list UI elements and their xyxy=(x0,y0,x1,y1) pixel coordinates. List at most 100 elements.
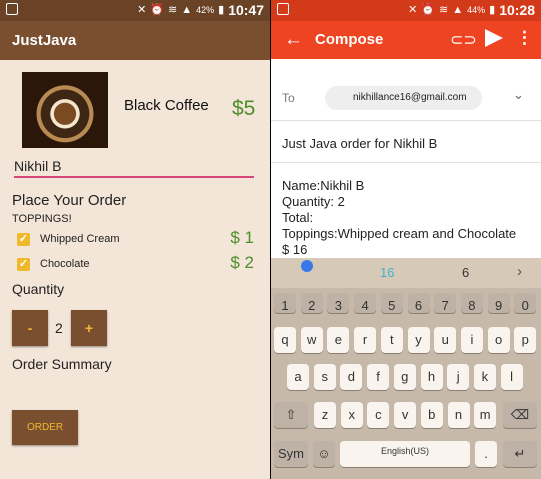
alarm-icon: ⏰ xyxy=(421,4,435,16)
key-i[interactable]: i xyxy=(460,327,483,353)
key-b[interactable]: b xyxy=(420,402,443,428)
key-q[interactable]: q xyxy=(274,327,296,353)
topping-price: $ 2 xyxy=(230,253,254,272)
product-price: $5 xyxy=(232,97,256,120)
key-e[interactable]: e xyxy=(327,327,350,353)
body-line[interactable]: Toppings:Whipped cream and Chocolate xyxy=(282,226,516,241)
body-line[interactable]: Quantity: 2 xyxy=(282,194,345,209)
battery-percent: 42% xyxy=(196,5,215,15)
back-arrow-icon[interactable]: ← xyxy=(284,29,303,51)
chevron-right-icon[interactable]: › xyxy=(517,263,522,280)
body-line[interactable]: $ 16 xyxy=(282,242,307,257)
key-7[interactable]: 7 xyxy=(434,293,457,313)
key-f[interactable]: f xyxy=(367,364,390,390)
to-label: To xyxy=(282,91,295,105)
compose-app-bar: ← Compose ⊂⊃ ⋮ xyxy=(271,21,541,59)
mute-icon: ✕ xyxy=(137,4,147,16)
key-6[interactable]: 6 xyxy=(407,293,430,313)
key-a[interactable]: a xyxy=(287,364,309,390)
key-t[interactable]: t xyxy=(380,327,403,353)
key-j[interactable]: j xyxy=(447,364,470,390)
divider xyxy=(271,162,541,163)
key-4[interactable]: 4 xyxy=(354,293,377,313)
quantity-value: 2 xyxy=(55,320,63,336)
checkmark-icon[interactable]: ✓ xyxy=(17,258,30,271)
key-p[interactable]: p xyxy=(514,327,537,353)
key-5[interactable]: 5 xyxy=(380,293,403,313)
key-n[interactable]: n xyxy=(447,402,470,428)
decrement-button[interactable]: - xyxy=(12,310,48,346)
keyboard: 16 6 › 1 2 3 4 5 6 7 8 9 0 q w e r t y u i o p a s d f g h j k l ⇧ z x c… xyxy=(271,258,541,479)
key-8[interactable]: 8 xyxy=(460,293,483,313)
name-input[interactable] xyxy=(14,155,254,178)
key-w[interactable]: w xyxy=(300,327,323,353)
status-time: 10:47 xyxy=(228,2,264,18)
topping-price: $ 1 xyxy=(230,228,254,247)
key-0[interactable]: 0 xyxy=(514,293,537,313)
key-3[interactable]: 3 xyxy=(327,293,350,313)
place-order-heading: Place Your Order xyxy=(12,192,127,209)
enter-icon[interactable]: ↵ xyxy=(503,441,537,467)
mute-icon: ✕ xyxy=(408,4,418,16)
checkbox-label: Chocolate xyxy=(40,258,90,270)
alarm-icon: ⏰ xyxy=(150,4,164,16)
key-v[interactable]: v xyxy=(394,402,417,428)
divider xyxy=(271,120,541,121)
backspace-icon[interactable]: ⌫ xyxy=(503,402,537,428)
wifi-icon: ≋ xyxy=(168,4,178,16)
cursor-handle[interactable] xyxy=(301,260,313,272)
battery-icon: ▮ xyxy=(489,4,496,16)
space-key[interactable]: English(US) xyxy=(340,441,470,467)
chocolate-checkbox[interactable]: ✓ Chocolate $ 2 xyxy=(17,253,262,275)
recipient-chip[interactable]: nikhillance16@gmail.com xyxy=(325,86,482,110)
order-summary-label: Order Summary xyxy=(12,356,112,372)
key-z[interactable]: z xyxy=(314,402,336,428)
status-bar: ✕ ⏰ ≋ ▲ 42% ▮ 10:47 xyxy=(0,0,270,21)
key-l[interactable]: l xyxy=(500,364,523,390)
compose-screen: ✕ ⏰ ≋ ▲ 44% ▮ 10:28 ← Compose ⊂⊃ ⋮ To ni… xyxy=(271,0,541,479)
key-s[interactable]: s xyxy=(313,364,336,390)
key-x[interactable]: x xyxy=(340,402,363,428)
chevron-down-icon[interactable]: ⌄ xyxy=(513,87,524,103)
key-r[interactable]: r xyxy=(354,327,377,353)
gallery-icon xyxy=(6,3,18,15)
product-name: Black Coffee xyxy=(124,97,209,114)
app-title: JustJava xyxy=(12,32,77,49)
checkmark-icon[interactable]: ✓ xyxy=(17,233,30,246)
status-bar: ✕ ⏰ ≋ ▲ 44% ▮ 10:28 xyxy=(271,0,541,21)
body-line[interactable]: Name:Nikhil B xyxy=(282,178,364,193)
key-1[interactable]: 1 xyxy=(274,293,296,313)
quantity-label: Quantity xyxy=(12,281,65,297)
key-h[interactable]: h xyxy=(420,364,443,390)
key-o[interactable]: o xyxy=(487,327,510,353)
key-u[interactable]: u xyxy=(434,327,457,353)
shift-icon[interactable]: ⇧ xyxy=(274,402,308,428)
key-k[interactable]: k xyxy=(473,364,496,390)
key-9[interactable]: 9 xyxy=(487,293,510,313)
suggestion[interactable]: 6 xyxy=(462,265,469,280)
key-g[interactable]: g xyxy=(393,364,416,390)
more-vert-icon[interactable]: ⋮ xyxy=(516,28,533,48)
subject-field[interactable]: Just Java order for Nikhil B xyxy=(282,136,437,151)
key-2[interactable]: 2 xyxy=(300,293,323,313)
whipped-cream-checkbox[interactable]: ✓ Whipped Cream $ 1 xyxy=(17,228,262,250)
key-y[interactable]: y xyxy=(407,327,430,353)
status-time: 10:28 xyxy=(499,2,535,18)
key-m[interactable]: m xyxy=(474,402,497,428)
send-icon[interactable] xyxy=(485,29,503,47)
period-key[interactable]: . xyxy=(475,441,497,467)
key-d[interactable]: d xyxy=(340,364,363,390)
wifi-icon: ≋ xyxy=(439,4,449,16)
order-button[interactable]: ORDER xyxy=(12,410,78,445)
gallery-icon xyxy=(277,3,289,15)
suggestion[interactable]: 16 xyxy=(380,265,394,280)
coffee-image xyxy=(22,72,108,148)
body-line[interactable]: Total: xyxy=(282,210,313,225)
key-c[interactable]: c xyxy=(367,402,390,428)
sym-key[interactable]: Sym xyxy=(274,441,308,467)
emoji-icon[interactable]: ☺ xyxy=(313,441,335,467)
increment-button[interactable]: + xyxy=(71,310,107,346)
signal-icon: ▲ xyxy=(452,4,464,16)
suggestion-bar: 16 6 › xyxy=(271,258,541,288)
attach-icon[interactable]: ⊂⊃ xyxy=(450,30,477,50)
